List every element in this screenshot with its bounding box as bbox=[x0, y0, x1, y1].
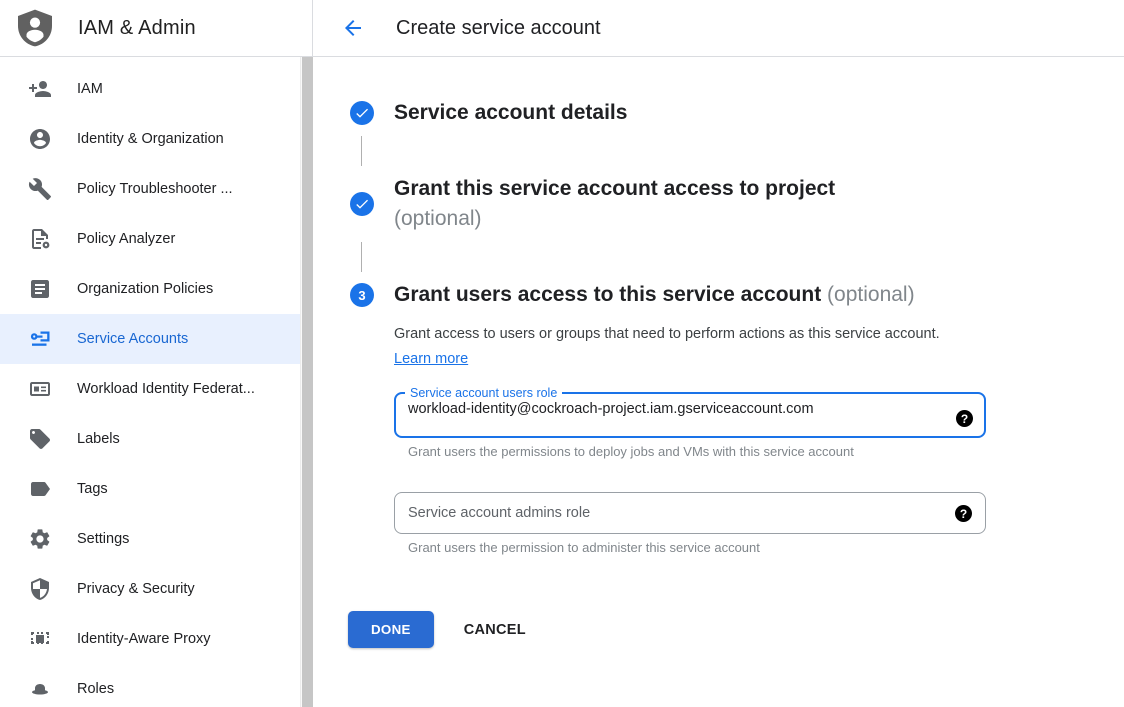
sidebar-item-iam[interactable]: IAM bbox=[0, 64, 300, 114]
page-title: Create service account bbox=[396, 17, 601, 40]
step-connector bbox=[361, 136, 362, 166]
sidebar-item-privacy-security[interactable]: Privacy & Security bbox=[0, 564, 300, 614]
sidebar-item-service-accounts[interactable]: Service Accounts bbox=[0, 314, 300, 364]
sidebar-item-label: Privacy & Security bbox=[77, 581, 195, 597]
sidebar-item-roles[interactable]: Roles bbox=[0, 664, 300, 707]
admins-role-field[interactable]: ? bbox=[394, 492, 986, 534]
main-content: Service account details Grant this servi… bbox=[313, 57, 1124, 707]
help-icon[interactable]: ? bbox=[955, 505, 972, 522]
sidebar-item-label: Organization Policies bbox=[77, 281, 213, 297]
account-circle-icon bbox=[28, 127, 52, 151]
product-title: IAM & Admin bbox=[78, 17, 196, 40]
sidebar-item-organization-policies[interactable]: Organization Policies bbox=[0, 264, 300, 314]
step-2-title: Grant this service account access to pro… bbox=[394, 174, 835, 234]
sidebar-item-label: Policy Analyzer bbox=[77, 231, 175, 247]
shield-icon bbox=[28, 577, 52, 601]
badge-card-icon bbox=[28, 377, 52, 401]
learn-more-link[interactable]: Learn more bbox=[394, 351, 468, 367]
step-3-title: Grant users access to this service accou… bbox=[394, 280, 915, 310]
step-2-optional-label: (optional) bbox=[394, 207, 482, 230]
sidebar-item-label: Identity & Organization bbox=[77, 131, 224, 147]
article-icon bbox=[28, 277, 52, 301]
step-2-title-text: Grant this service account access to pro… bbox=[394, 177, 835, 200]
sidebar-nav: IAM Identity & Organization Policy Troub… bbox=[0, 57, 300, 707]
users-role-field[interactable]: Service account users role bbox=[394, 386, 986, 438]
wrench-icon bbox=[28, 177, 52, 201]
sidebar-item-label: Identity-Aware Proxy bbox=[77, 631, 211, 647]
form-actions: DONE CANCEL bbox=[348, 611, 1124, 648]
admins-role-helper-text: Grant users the permission to administer… bbox=[408, 540, 986, 555]
sidebar-item-label: Service Accounts bbox=[77, 331, 188, 347]
tag-arrow-icon bbox=[28, 477, 52, 501]
app-window: IAM & Admin Create service account IAM bbox=[0, 0, 1124, 707]
admins-role-input[interactable] bbox=[395, 505, 915, 521]
step-complete-check-icon bbox=[350, 192, 374, 216]
sidebar-scrollbar[interactable] bbox=[300, 57, 313, 707]
step-1-title: Service account details bbox=[394, 98, 627, 128]
top-header: IAM & Admin Create service account bbox=[0, 0, 1124, 57]
users-role-helper-text: Grant users the permissions to deploy jo… bbox=[408, 444, 986, 459]
step-complete-check-icon bbox=[350, 101, 374, 125]
step-3-row[interactable]: 3 Grant users access to this service acc… bbox=[350, 280, 1124, 310]
sidebar-item-label: Tags bbox=[77, 481, 108, 497]
sidebar-item-settings[interactable]: Settings bbox=[0, 514, 300, 564]
sidebar-item-label: IAM bbox=[77, 81, 103, 97]
cancel-button[interactable]: CANCEL bbox=[464, 622, 526, 638]
scrollbar-thumb[interactable] bbox=[302, 57, 313, 707]
document-gear-icon bbox=[28, 227, 52, 251]
page-header: Create service account bbox=[313, 0, 1124, 56]
step-3-optional-label: (optional) bbox=[827, 283, 915, 306]
help-icon[interactable]: ? bbox=[956, 410, 973, 427]
product-header: IAM & Admin bbox=[0, 0, 313, 56]
step-connector bbox=[361, 242, 362, 272]
step-3-number-badge: 3 bbox=[350, 283, 374, 307]
step-3-title-text: Grant users access to this service accou… bbox=[394, 283, 821, 306]
sidebar-item-label: Workload Identity Federat... bbox=[77, 381, 255, 397]
service-account-key-icon bbox=[28, 327, 52, 351]
sidebar-item-label: Policy Troubleshooter ... bbox=[77, 181, 233, 197]
gear-icon bbox=[28, 527, 52, 551]
sidebar-item-policy-analyzer[interactable]: Policy Analyzer bbox=[0, 214, 300, 264]
users-role-input[interactable] bbox=[396, 400, 916, 425]
users-role-field-wrapper: Service account users role ? bbox=[394, 386, 986, 438]
sidebar-item-identity-organization[interactable]: Identity & Organization bbox=[0, 114, 300, 164]
users-role-field-label: Service account users role bbox=[405, 386, 562, 400]
sidebar-item-identity-aware-proxy[interactable]: Identity-Aware Proxy bbox=[0, 614, 300, 664]
section-description-text: Grant access to users or groups that nee… bbox=[394, 326, 940, 342]
section-description: Grant access to users or groups that nee… bbox=[394, 322, 950, 372]
person-add-icon bbox=[28, 77, 52, 101]
sidebar-item-label: Roles bbox=[77, 681, 114, 697]
back-arrow-icon[interactable] bbox=[341, 16, 365, 40]
proxy-icon bbox=[28, 627, 52, 651]
sidebar-item-label: Labels bbox=[77, 431, 120, 447]
sidebar-item-workload-identity-federation[interactable]: Workload Identity Federat... bbox=[0, 364, 300, 414]
iam-shield-logo-icon bbox=[18, 9, 52, 47]
sidebar-item-tags[interactable]: Tags bbox=[0, 464, 300, 514]
sidebar-item-labels[interactable]: Labels bbox=[0, 414, 300, 464]
step-2-row[interactable]: Grant this service account access to pro… bbox=[350, 174, 1124, 234]
done-button[interactable]: DONE bbox=[348, 611, 434, 648]
hat-icon bbox=[28, 677, 52, 701]
step-3-number: 3 bbox=[358, 288, 365, 303]
sidebar-item-policy-troubleshooter[interactable]: Policy Troubleshooter ... bbox=[0, 164, 300, 214]
step-1-row[interactable]: Service account details bbox=[350, 98, 1124, 128]
sidebar-item-label: Settings bbox=[77, 531, 129, 547]
label-tag-icon bbox=[28, 427, 52, 451]
